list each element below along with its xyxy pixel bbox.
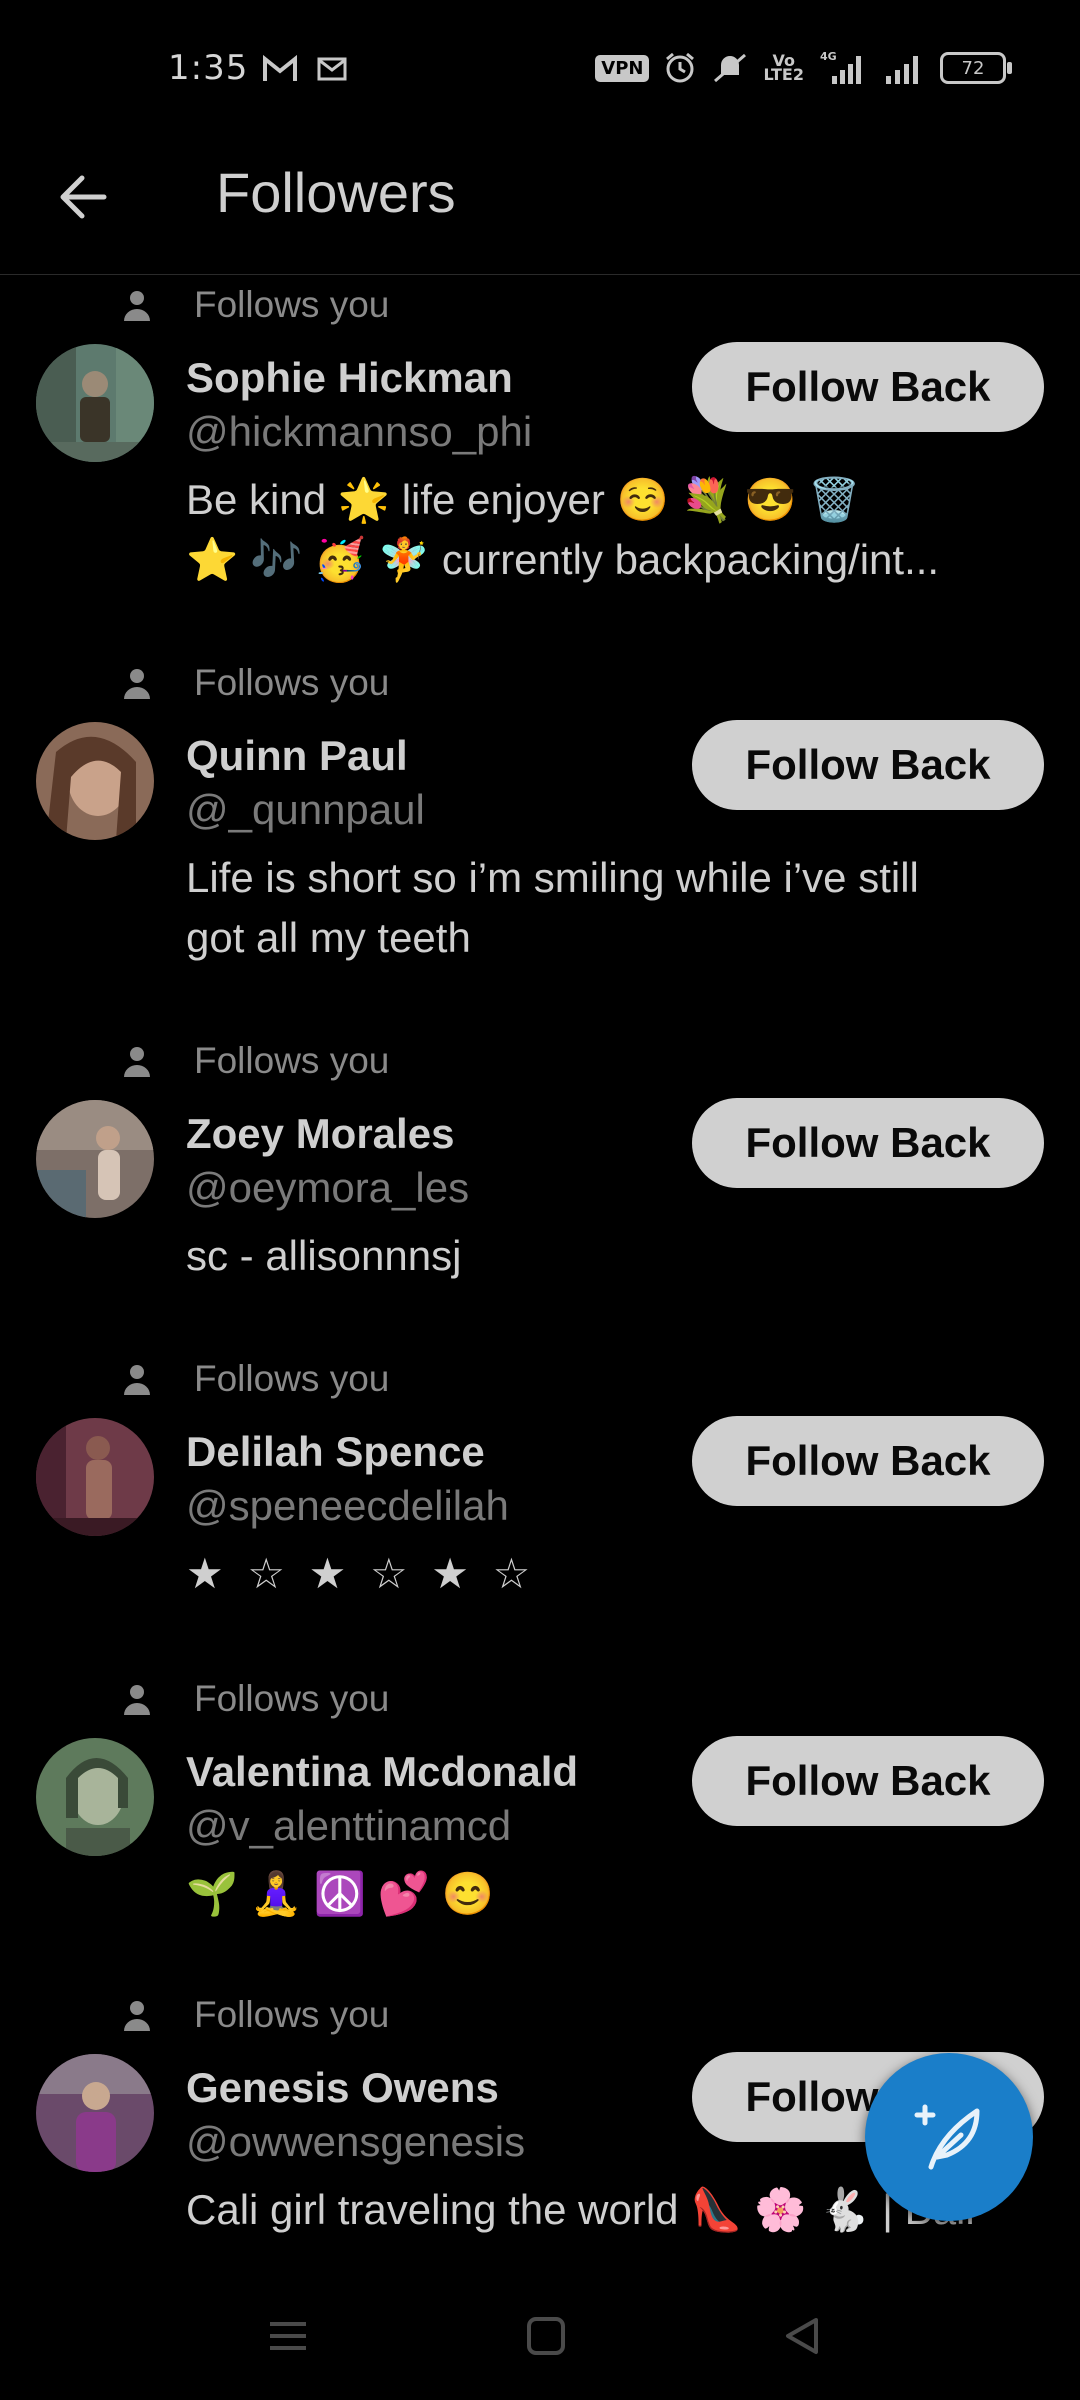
battery-indicator: 72 [940, 52, 1012, 84]
follower-bio: 🌱 🧘‍♀️ ☮️ 💕 😊 [186, 1870, 495, 1917]
avatar[interactable] [36, 722, 154, 840]
follower-name: Genesis Owens [186, 2064, 499, 2111]
follows-you-label: Follows you [194, 1994, 390, 2035]
follow-back-button[interactable]: Follow Back [692, 1736, 1044, 1826]
arrow-left-icon [60, 175, 107, 219]
avatar-image [36, 1738, 154, 1856]
person-icon [124, 1365, 150, 1395]
follow-back-button[interactable]: Follow Back [692, 342, 1044, 432]
avatar[interactable] [36, 1418, 154, 1536]
follower-list[interactable]: Follows you Sophie Hickman @hickmannso_p… [0, 276, 1080, 2271]
status-bar: 1:35 VPN Vo LTE2 4G 72 [0, 0, 1080, 140]
page-title: Followers [216, 161, 456, 224]
nav-menu-button[interactable] [266, 2314, 310, 2358]
follows-you-row: Follows you [120, 1674, 389, 1724]
follower-name: Valentina Mcdonald [186, 1748, 579, 1795]
person-icon [124, 1047, 150, 1077]
compose-button[interactable] [865, 2053, 1033, 2221]
follow-back-button[interactable]: Follow Back [692, 1098, 1044, 1188]
avatar[interactable] [36, 2054, 154, 2172]
status-right-icons: VPN Vo LTE2 4G 72 [595, 50, 1012, 86]
follows-you-row: Follows you [120, 1036, 389, 1086]
svg-text:4G: 4G [820, 50, 837, 63]
system-nav-bar [0, 2270, 1080, 2400]
avatar[interactable] [36, 1738, 154, 1856]
follower-name: Quinn Paul [186, 732, 408, 779]
back-triangle-icon [786, 2318, 818, 2354]
top-app-bar: Followers [0, 140, 1080, 275]
follower-handle: @oeymora_les [186, 1164, 470, 1211]
follows-you-row: Follows you [120, 1354, 389, 1404]
follower-name: Zoey Morales [186, 1110, 455, 1157]
avatar[interactable] [36, 344, 154, 462]
alarm-icon [666, 52, 695, 83]
volte-icon: Vo LTE2 [763, 51, 804, 84]
back-button[interactable] [50, 162, 120, 232]
avatar-image [36, 1418, 154, 1536]
follows-you-label: Follows you [194, 1358, 390, 1399]
gmail-icon [263, 54, 297, 81]
status-left-icons [262, 54, 350, 84]
person-icon [124, 669, 150, 699]
mail-icon [317, 57, 347, 81]
follow-back-button[interactable]: Follow Back [692, 720, 1044, 810]
follower-bio: ★ ☆ ★ ☆ ★ ☆ [186, 1550, 537, 1597]
menu-icon [270, 2322, 306, 2350]
follow-back-button[interactable]: Follow Back [692, 1416, 1044, 1506]
follower-handle: @owwensgenesis [186, 2118, 526, 2165]
avatar-image [36, 344, 154, 462]
compose-feather-icon [914, 2104, 980, 2170]
avatar[interactable] [36, 1100, 154, 1218]
vpn-badge: VPN [595, 54, 650, 82]
follows-you-row: Follows you [120, 658, 389, 708]
follower-handle: @speneecdelilah [186, 1482, 509, 1529]
person-icon [124, 2001, 150, 2031]
follows-you-row: Follows you [120, 1990, 389, 2040]
follows-you-label: Follows you [194, 284, 390, 325]
person-icon [124, 1685, 150, 1715]
nav-home-button[interactable] [524, 2314, 568, 2358]
home-square-icon [527, 2317, 565, 2355]
signal-icon [886, 56, 918, 84]
follows-you-label: Follows you [194, 1678, 390, 1719]
avatar-image [36, 722, 154, 840]
follower-handle: @v_alenttinamcd [186, 1802, 512, 1849]
follower-name: Delilah Spence [186, 1428, 485, 1475]
avatar-image [36, 1100, 154, 1218]
avatar-image [36, 2054, 154, 2172]
signal-4g-icon: 4G [820, 50, 861, 84]
follows-you-row: Follows you [120, 280, 389, 330]
follower-bio: Be kind 🌟 life enjoyer ☺️ 💐 😎 🗑️ ⭐ 🎶 🥳 🧚… [186, 476, 940, 583]
status-time: 1:35 [168, 48, 249, 88]
follows-you-label: Follows you [194, 662, 390, 703]
follows-you-label: Follows you [194, 1040, 390, 1081]
follower-handle: @_qunnpaul [186, 786, 425, 833]
follower-handle: @hickmannso_phi [186, 408, 533, 455]
mute-icon [714, 53, 747, 83]
person-icon [124, 291, 150, 321]
follower-bio: sc - allisonnnsj [186, 1232, 462, 1279]
follower-bio: Life is short so i’m smiling while i’ve … [186, 854, 919, 961]
follower-name: Sophie Hickman [186, 354, 513, 401]
nav-back-button[interactable] [780, 2314, 824, 2358]
